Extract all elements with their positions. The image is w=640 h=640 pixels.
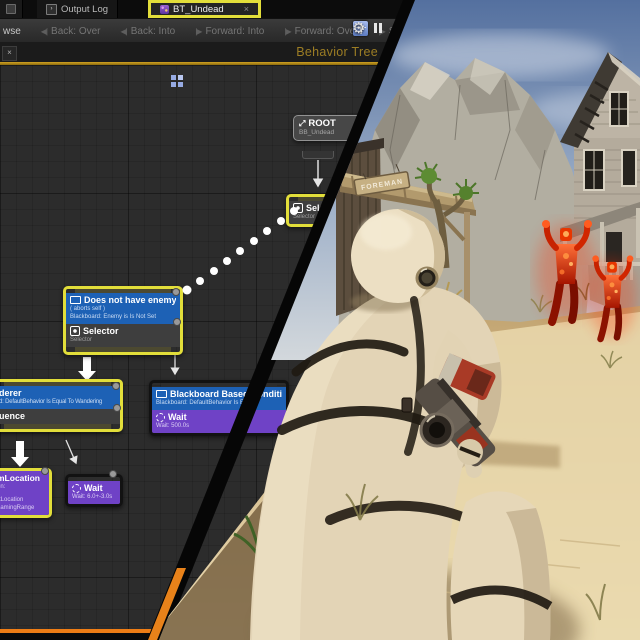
panel-title: Behavior Tree [140, 45, 378, 59]
tab-output-log[interactable]: › Output Log [37, 0, 118, 18]
node-wait[interactable]: Wait Wait: 6.0+-3.0s [65, 474, 123, 507]
back-into-button[interactable]: ◀|Back: Into [121, 26, 176, 37]
node-does-not-have-enemy[interactable]: Does not have enemy ( aborts self ) Blac… [63, 286, 183, 355]
selector-icon [293, 203, 303, 213]
task-title: mLocation [0, 473, 40, 483]
pause-icon[interactable] [374, 23, 382, 33]
decorator-icon [156, 390, 167, 398]
decorator-condition: Blackboard: Enemy is Is Not Set [70, 313, 176, 321]
task-param: rtLocation [0, 496, 45, 504]
selector-icon [70, 326, 80, 336]
screenshot-root: › Output Log BT_Undead × wse ◀|Back: Ove… [0, 0, 640, 640]
output-log-icon: › [46, 4, 57, 15]
task-subtitle: Wait: 6.0+-3.0s [72, 493, 116, 501]
wait-icon [72, 484, 81, 493]
root-output-pin [302, 151, 334, 159]
wait-icon [156, 413, 165, 422]
node-root-title: ROOT [308, 118, 335, 129]
head-lens [417, 268, 437, 288]
task-title: Wait [168, 412, 187, 422]
tab-partial[interactable] [0, 0, 23, 18]
close-tab-icon[interactable]: × [244, 4, 249, 14]
asset-icon [6, 4, 16, 14]
composite-title: uence [0, 411, 25, 421]
composite-title: Selector [83, 326, 119, 336]
close-search-icon[interactable]: × [2, 46, 17, 61]
composite-subtitle: Selector [70, 336, 176, 344]
node-find-location[interactable]: mLocation on: rtLocation oamingRange [0, 468, 52, 518]
forward-over-button[interactable]: |▶Forward: Over [284, 26, 358, 37]
tab-bt-undead[interactable]: BT_Undead × [148, 0, 261, 18]
forward-into-button[interactable]: |▶Forward: Into [195, 26, 264, 37]
root-icon: ⤢ [299, 119, 305, 129]
decorator-condition: d: DefaultBehavior Is Equal To Wandering [0, 398, 116, 406]
back-arrow-icon: ◀| [121, 27, 127, 36]
decorator-title: Does not have enemy [84, 295, 176, 305]
toolbar-icon-cluster: ⚙ [352, 19, 382, 37]
task-title: Wait [84, 483, 103, 493]
decorator-icon [70, 296, 81, 304]
behavior-tree-asset-icon [160, 5, 169, 14]
gear-icon[interactable]: ⚙ [352, 19, 365, 37]
task-param: oamingRange [0, 504, 45, 512]
tab-output-log-label: Output Log [61, 4, 108, 15]
decorator-title: derer [0, 388, 22, 398]
node-is-wanderer[interactable]: derer d: DefaultBehavior Is Equal To Wan… [0, 379, 123, 432]
forward-arrow-icon: |▶ [284, 27, 290, 36]
graph-origin-icon [171, 75, 184, 88]
browse-button[interactable]: wse [3, 26, 21, 37]
back-over-button[interactable]: ◀|Back: Over [41, 26, 101, 37]
tab-bt-undead-label: BT_Undead [173, 4, 224, 15]
forward-arrow-icon: |▶ [195, 27, 201, 36]
task-param: on: [0, 483, 45, 491]
back-arrow-icon: ◀| [41, 27, 47, 36]
robot-leg [451, 491, 551, 640]
decorator-aborts: ( aborts self ) [70, 305, 176, 313]
